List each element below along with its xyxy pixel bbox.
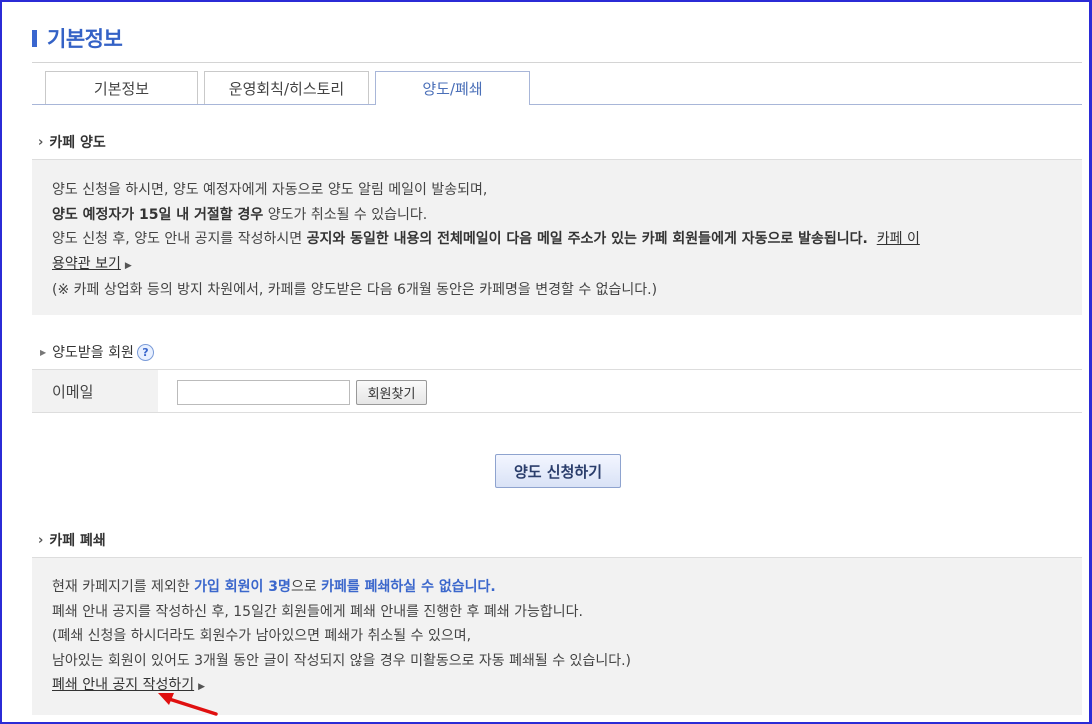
- transfer-line-2: 양도 예정자가 15일 내 거절할 경우 양도가 취소될 수 있습니다.: [52, 203, 1082, 228]
- recipient-heading-text: 양도받을 회원: [52, 345, 134, 361]
- closure-line-1: 현재 카페지기를 제외한 가입 회원이 3명으로 카페를 폐쇄하실 수 없습니다…: [52, 575, 1082, 600]
- closure-line-1-start: 현재 카페지기를 제외한: [52, 579, 195, 595]
- transfer-line-3: 양도 신청 후, 양도 안내 공지를 작성하시면 공지와 동일한 내용의 전체메…: [52, 227, 1082, 252]
- member-count-notice: 가입 회원이 3명: [194, 579, 291, 595]
- tab-bar: 기본정보 운영회칙/히스토리 양도/폐쇄: [32, 71, 1082, 105]
- email-row: 이메일 회원찾기: [32, 369, 1082, 413]
- transfer-line-3-bold: 공지와 동일한 내용의 전체메일이 다음 메일 주소가 있는 카페 회원들에게 …: [306, 231, 868, 247]
- transfer-line-3-start: 양도 신청 후, 양도 안내 공지를 작성하시면: [52, 231, 307, 247]
- transfer-warning: 양도 예정자가 15일 내 거절할 경우: [52, 206, 264, 223]
- closure-line-1-mid: 으로: [290, 579, 322, 595]
- terms-link[interactable]: 카페 이: [877, 231, 920, 247]
- transfer-line-4: 용약관 보기 ▶: [52, 252, 1082, 279]
- closure-line-2: 폐쇄 안내 공지를 작성하신 후, 15일간 회원들에게 폐쇄 안내를 진행한 …: [52, 603, 583, 620]
- transfer-info-box: 양도 신청을 하시면, 양도 예정자에게 자동으로 양도 알림 메일이 발송되며…: [32, 159, 1082, 315]
- find-member-button[interactable]: 회원찾기: [356, 380, 427, 405]
- arrow-right-icon: ▶: [124, 260, 132, 271]
- transfer-line-2-rest: 양도가 취소될 수 있습니다.: [263, 206, 428, 223]
- chevron-right-icon: ›: [38, 134, 44, 150]
- tab-transfer-closure[interactable]: 양도/폐쇄: [375, 71, 530, 105]
- closure-line-3: (폐쇄 신청을 하시더라도 회원수가 남아있으면 폐쇄가 취소될 수 있으며,: [52, 628, 472, 644]
- title-marker: [32, 29, 37, 47]
- tab-basic-info[interactable]: 기본정보: [45, 71, 198, 104]
- closure-heading: › 카페 폐쇄: [38, 530, 106, 550]
- transfer-line-1: 양도 신청을 하시면, 양도 예정자에게 자동으로 양도 알림 메일이 발송되며…: [52, 182, 488, 198]
- terms-link-continued[interactable]: 용약관 보기: [52, 256, 121, 272]
- help-icon[interactable]: ?: [136, 343, 154, 361]
- transfer-line-5: (※ 카페 상업화 등의 방지 차원에서, 카페를 양도받은 다음 6개월 동안…: [52, 282, 658, 298]
- transfer-heading-text: 카페 양도: [49, 135, 106, 151]
- bullet-icon: ▶: [40, 347, 47, 357]
- apply-transfer-button[interactable]: 양도 신청하기: [495, 454, 621, 488]
- email-input[interactable]: [177, 380, 350, 405]
- tab-rules-history[interactable]: 운영회칙/히스토리: [204, 71, 369, 104]
- page-title-text: 기본정보: [47, 27, 123, 51]
- email-label: 이메일: [32, 370, 158, 412]
- closure-line-4: 남아있는 회원이 있어도 3개월 동안 글이 작성되지 않을 경우 미활동으로 …: [52, 652, 631, 669]
- closure-heading-text: 카페 폐쇄: [49, 533, 106, 549]
- cannot-close-notice: 카페를 폐쇄하실 수 없습니다.: [321, 579, 496, 595]
- window-frame: 기본정보 기본정보 운영회칙/히스토리 양도/폐쇄 › 카페 양도 양도 신청을…: [0, 0, 1092, 724]
- transfer-heading: › 카페 양도: [38, 132, 106, 152]
- annotation-arrow-icon: [158, 693, 218, 716]
- page-title: 기본정보: [32, 24, 123, 52]
- divider: [32, 62, 1082, 63]
- recipient-heading: ▶ 양도받을 회원 ?: [40, 342, 154, 362]
- chevron-right-icon: ›: [38, 532, 44, 548]
